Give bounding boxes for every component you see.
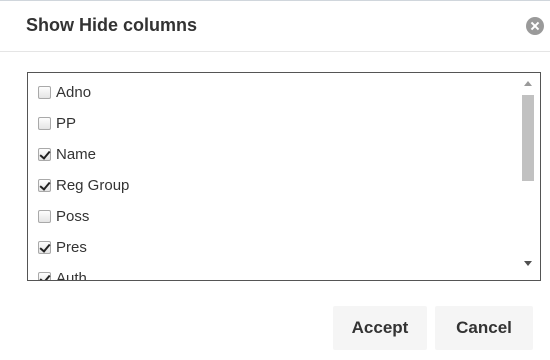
checkbox-auth[interactable]: [38, 271, 51, 280]
checkbox-adno[interactable]: [38, 85, 51, 99]
list-scrollbar[interactable]: [516, 73, 540, 280]
column-item-adno[interactable]: Adno: [38, 80, 91, 104]
columns-list[interactable]: Adno PP Name Reg Group Poss Pres Auth: [27, 72, 541, 281]
column-item-name[interactable]: Name: [38, 142, 96, 166]
column-item-auth[interactable]: Auth: [38, 266, 87, 280]
columns-list-items: Adno PP Name Reg Group Poss Pres Auth: [28, 73, 516, 280]
column-label: Reg Group: [56, 176, 130, 194]
checkbox-reg-group[interactable]: [38, 178, 51, 192]
column-label: Pres: [56, 238, 87, 256]
column-label: PP: [56, 114, 77, 132]
cancel-button[interactable]: Cancel: [435, 306, 533, 350]
scroll-up-arrow-icon[interactable]: [524, 81, 532, 86]
checkbox-name[interactable]: [38, 147, 51, 161]
checkbox-pp[interactable]: [38, 116, 51, 130]
column-item-pres[interactable]: Pres: [38, 235, 87, 259]
accept-button[interactable]: Accept: [333, 306, 427, 350]
dialog-header: Show Hide columns: [0, 0, 550, 52]
dialog-title: Show Hide columns: [26, 15, 198, 35]
column-item-poss[interactable]: Poss: [38, 204, 89, 228]
column-item-pp[interactable]: PP: [38, 111, 76, 135]
column-label: Adno: [56, 83, 92, 101]
close-icon[interactable]: [526, 17, 544, 35]
checkbox-pres[interactable]: [38, 240, 51, 254]
column-label: Auth: [56, 269, 87, 281]
column-label: Poss: [56, 207, 90, 225]
column-label: Name: [56, 145, 97, 163]
scroll-down-arrow-icon[interactable]: [524, 261, 532, 266]
scrollbar-thumb[interactable]: [522, 95, 534, 181]
checkbox-poss[interactable]: [38, 209, 51, 223]
column-item-reg-group[interactable]: Reg Group: [38, 173, 129, 197]
show-hide-columns-dialog: Show Hide columns Adno PP Name Reg Group: [0, 0, 550, 360]
